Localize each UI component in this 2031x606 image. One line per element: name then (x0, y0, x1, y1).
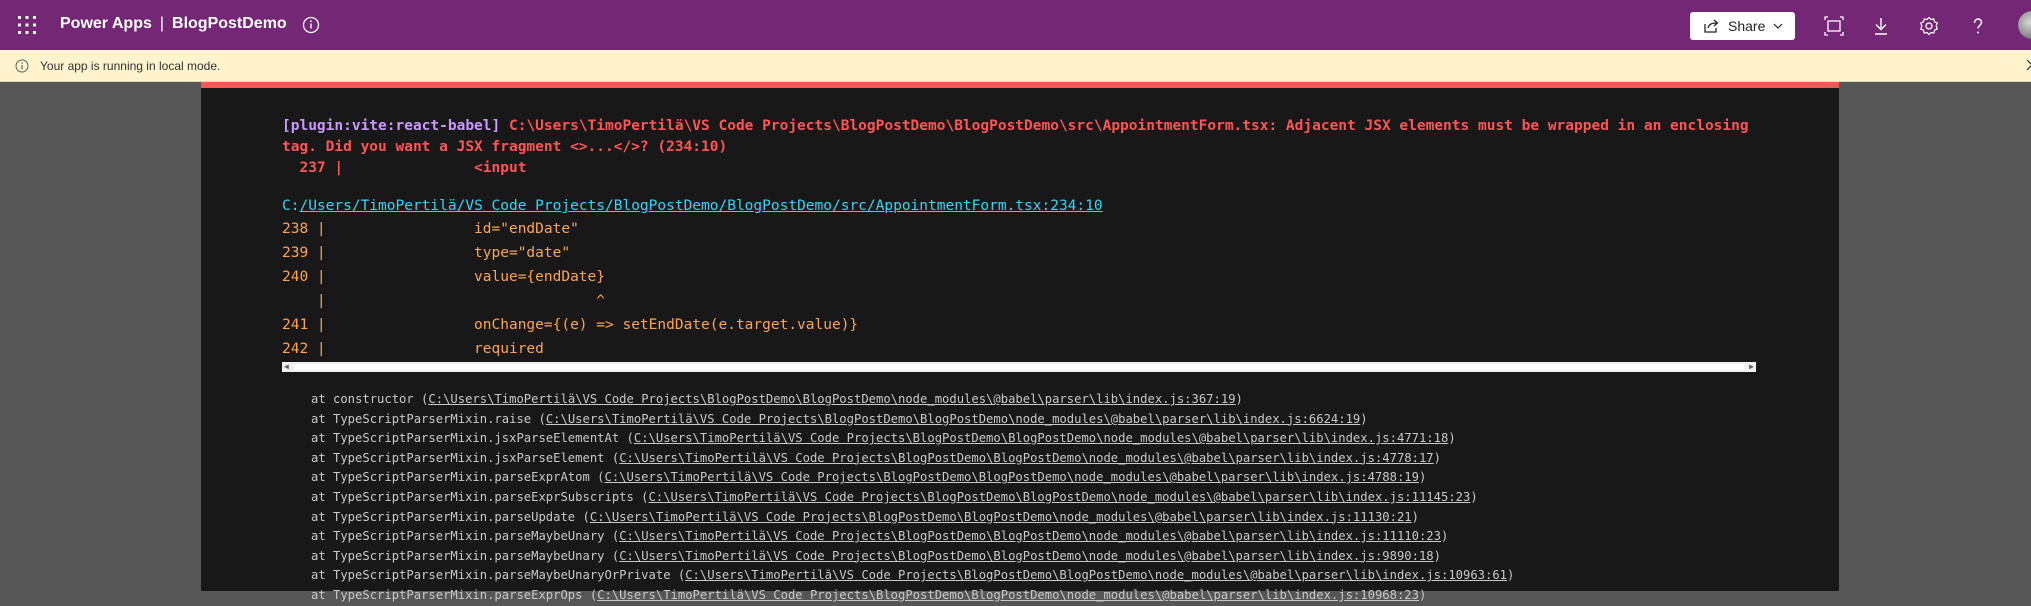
stack-function: at TypeScriptParserMixin.parseMaybeUnary… (311, 568, 686, 583)
stack-trace-line: at TypeScriptParserMixin.parseMaybeUnary… (311, 527, 1514, 547)
error-message: [plugin:vite:react-babel] C:\Users\TimoP… (282, 116, 1762, 158)
title-separator: | (159, 15, 165, 32)
info-icon (15, 59, 29, 73)
code-frame: 238 | id="endDate" 239 | type="date" 240… (282, 217, 858, 361)
code-frame-line: | ^ (282, 293, 606, 309)
stack-function: at TypeScriptParserMixin.jsxParseElement… (311, 450, 620, 465)
stack-function: at TypeScriptParserMixin.parseUpdate ( (311, 509, 590, 524)
stack-function: at constructor ( (311, 392, 429, 406)
stack-close-paren: ) (1433, 450, 1441, 465)
stack-file-link[interactable]: C:\Users\TimoPertilä\VS Code Projects\Bl… (634, 431, 1448, 445)
stack-function: at TypeScriptParserMixin.parseMaybeUnary… (311, 529, 620, 544)
stack-close-paren: ) (1507, 568, 1515, 583)
share-button[interactable]: Share (1690, 12, 1795, 40)
stack-trace-line: at TypeScriptParserMixin.parseExprAtom (… (311, 468, 1514, 488)
close-icon[interactable] (2025, 58, 2031, 72)
stack-file-link[interactable]: C:\Users\TimoPertilä\VS Code Projects\Bl… (649, 490, 1471, 504)
download-icon[interactable] (1871, 16, 1891, 36)
stack-trace-line: at TypeScriptParserMixin.parseMaybeUnary… (311, 566, 1514, 586)
scroll-left-icon[interactable]: ◀ (284, 363, 289, 371)
stack-function: at TypeScriptParserMixin.raise ( (311, 411, 546, 426)
stack-close-paren: ) (1360, 411, 1368, 426)
stack-file-link[interactable]: C:\Users\TimoPertilä\VS Code Projects\Bl… (428, 392, 1235, 406)
stack-file-link[interactable]: C:\Users\TimoPertilä\VS Code Projects\Bl… (685, 568, 1507, 582)
code-frame-line: 242 | required (282, 341, 544, 357)
error-plugin: [plugin:vite:react-babel] (282, 118, 501, 134)
stack-file-link[interactable]: C:\Users\TimoPertilä\VS Code Projects\Bl… (597, 588, 1419, 602)
stack-function: at TypeScriptParserMixin.parseExprOps ( (311, 587, 598, 602)
stack-close-paren: ) (1418, 587, 1427, 602)
stack-file-link[interactable]: C:\Users\TimoPertilä\VS Code Projects\Bl… (605, 470, 1419, 484)
stack-function: at TypeScriptParserMixin.jsxParseElement… (311, 431, 634, 446)
stack-function: at TypeScriptParserMixin.parseExprAtom ( (311, 470, 605, 485)
project-name: BlogPostDemo (172, 15, 287, 32)
stack-trace: at constructor (C:\Users\TimoPertilä\VS … (311, 390, 1514, 606)
banner-text: Your app is running in local mode. (40, 59, 221, 73)
file-path[interactable]: /Users/TimoPertilä/VS Code Projects/Blog… (299, 198, 1102, 214)
code-frame-line: 240 | value={endDate} (282, 269, 606, 285)
stack-trace-line: at TypeScriptParserMixin.parseExprSubscr… (311, 488, 1514, 508)
error-file-link[interactable]: C:/Users/TimoPertilä/VS Code Projects/Bl… (282, 196, 1103, 217)
stack-close-paren: ) (1470, 489, 1478, 504)
file-prefix: C: (282, 198, 300, 214)
top-bar: Power Apps | BlogPostDemo Share (0, 0, 2031, 50)
settings-icon[interactable] (1919, 16, 1939, 36)
code-frame-line: 238 | id="endDate" (282, 221, 579, 237)
stack-file-link[interactable]: C:\Users\TimoPertilä\VS Code Projects\Bl… (590, 510, 1412, 524)
scrollbar-thumb[interactable] (294, 364, 1744, 370)
error-text: C:\Users\TimoPertilä\VS Code Projects\Bl… (282, 118, 1758, 155)
stack-file-link[interactable]: C:\Users\TimoPertilä\VS Code Projects\Bl… (546, 412, 1360, 426)
code-frame-line: 241 | onChange={(e) => setEndDate(e.targ… (282, 317, 859, 333)
stack-trace-line: at TypeScriptParserMixin.parseMaybeUnary… (311, 547, 1514, 567)
stack-trace-line: at TypeScriptParserMixin.raise (C:\Users… (311, 410, 1514, 430)
share-label: Share (1728, 18, 1766, 34)
scroll-right-icon[interactable]: ▶ (1749, 363, 1754, 371)
stack-trace-line: at TypeScriptParserMixin.parseExprOps (C… (311, 586, 1514, 606)
stack-close-paren: ) (1433, 548, 1441, 563)
app-name: Power Apps (60, 15, 152, 32)
stack-trace-line: at TypeScriptParserMixin.parseUpdate (C:… (311, 508, 1514, 528)
stack-trace-line: at TypeScriptParserMixin.jsxParseElement… (311, 449, 1514, 469)
stack-trace-line: at TypeScriptParserMixin.jsxParseElement… (311, 429, 1514, 449)
stack-file-link[interactable]: C:\Users\TimoPertilä\VS Code Projects\Bl… (619, 549, 1433, 563)
stack-function: at TypeScriptParserMixin.parseExprSubscr… (311, 489, 649, 504)
stack-close-paren: ) (1448, 431, 1456, 446)
horizontal-scrollbar[interactable]: ◀ ▶ (282, 362, 1756, 372)
stack-file-link[interactable]: C:\Users\TimoPertilä\VS Code Projects\Bl… (619, 451, 1433, 465)
error-overlay: [plugin:vite:react-babel] C:\Users\TimoP… (201, 82, 1839, 602)
info-icon[interactable] (302, 16, 320, 34)
stack-function: at TypeScriptParserMixin.parseMaybeUnary… (311, 548, 620, 563)
local-mode-banner: Your app is running in local mode. (0, 50, 2031, 82)
avatar[interactable] (2018, 11, 2031, 39)
error-code-line: 237 | <input (282, 160, 527, 176)
waffle-icon[interactable] (17, 15, 37, 35)
fit-screen-icon[interactable] (1824, 16, 1844, 36)
chevron-down-icon (1773, 23, 1783, 29)
stack-close-paren: ) (1411, 509, 1419, 524)
code-frame-line: 239 | type="date" (282, 245, 571, 261)
share-icon (1704, 19, 1719, 33)
stack-file-link[interactable]: C:\Users\TimoPertilä\VS Code Projects\Bl… (619, 529, 1441, 543)
help-icon[interactable] (1968, 16, 1988, 36)
app-title: Power Apps | BlogPostDemo (60, 15, 287, 33)
stack-close-paren: ) (1235, 392, 1243, 406)
stack-trace-line: at constructor (C:\Users\TimoPertilä\VS … (311, 390, 1514, 410)
stack-close-paren: ) (1441, 529, 1449, 544)
stack-close-paren: ) (1418, 470, 1427, 485)
